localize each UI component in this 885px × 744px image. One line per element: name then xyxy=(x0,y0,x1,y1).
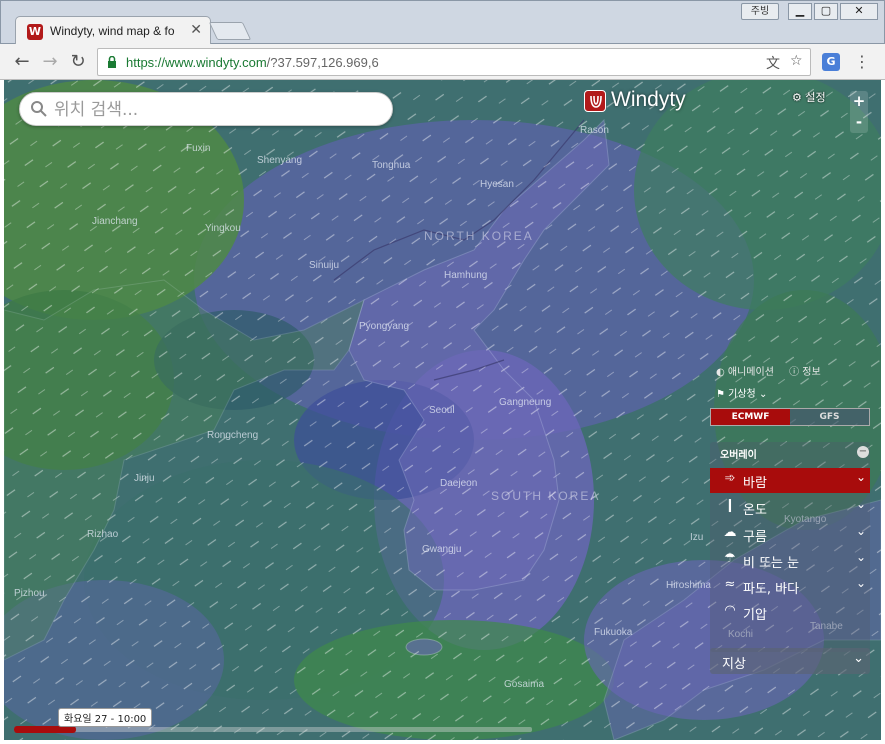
chevron-down-icon[interactable]: ⌄ xyxy=(856,524,866,538)
wind-icon: ➾ xyxy=(724,471,736,486)
search-input[interactable] xyxy=(54,98,374,122)
logo-text: Windyty xyxy=(611,88,686,111)
overlay-item-rain-snow[interactable]: ☂ 비 또는 눈 ⌄ xyxy=(710,548,870,573)
source-selector[interactable]: ⚑ 기상청 ⌄ xyxy=(716,385,767,400)
search-icon xyxy=(31,101,47,117)
windyty-favicon-icon: W xyxy=(27,24,43,40)
city-label: Shenyang xyxy=(257,155,303,166)
reload-icon[interactable]: ↻ xyxy=(67,51,89,72)
model-gfs-button[interactable]: GFS xyxy=(790,409,869,425)
minimize-button[interactable]: ▁ xyxy=(788,3,812,20)
windyty-logo-icon xyxy=(584,90,606,112)
timeline-current-time: 화요일 27 - 10:00 xyxy=(58,708,153,727)
maximize-button[interactable]: ▢ xyxy=(814,3,838,20)
back-icon[interactable]: ← xyxy=(11,51,33,72)
wind-map[interactable]: NORTH KOREA SOUTH KOREA Fuxin Shenyang T… xyxy=(4,80,881,740)
browser-tab[interactable]: W Windyty, wind map & fo ✕ xyxy=(15,16,211,46)
new-tab-button[interactable] xyxy=(208,22,252,40)
city-label: Hamhung xyxy=(444,270,488,281)
city-label: Tonghua xyxy=(372,160,411,171)
model-ecmwf-button[interactable]: ECMWF xyxy=(711,409,790,425)
settings-button[interactable]: ⚙ 설정 xyxy=(792,89,826,105)
location-search-box[interactable] xyxy=(19,92,393,126)
profile-button[interactable]: 주빙 xyxy=(741,3,779,20)
animation-toggle[interactable]: ◐ 애니메이션 xyxy=(716,367,780,378)
city-label: Seoul xyxy=(429,405,455,416)
timeline-slider[interactable] xyxy=(14,727,532,732)
overlay-header: 오버레이 xyxy=(720,450,757,461)
lock-icon xyxy=(108,56,116,68)
city-label: Pizhou xyxy=(14,588,45,599)
city-label: Izu xyxy=(690,532,704,543)
chevron-down-icon: ⌄ xyxy=(758,389,768,400)
city-label: Jinju xyxy=(134,473,155,484)
url-text: https://www.windyty.com/?37.597,126.969,… xyxy=(126,55,379,70)
tab-title: Windyty, wind map & fo xyxy=(50,24,175,38)
gauge-icon: ◠ xyxy=(724,603,736,618)
google-translate-extension-icon[interactable]: G xyxy=(822,53,840,71)
address-bar[interactable]: https://www.windyty.com/?37.597,126.969,… xyxy=(97,48,811,76)
chevron-down-icon[interactable]: ⌄ xyxy=(856,497,866,511)
forward-icon[interactable]: → xyxy=(39,51,61,72)
gear-icon: ⚙ xyxy=(792,91,802,104)
chevron-down-icon[interactable]: ⌄ xyxy=(856,550,866,564)
level-selector[interactable]: 지상 ⌄ xyxy=(710,648,870,674)
translate-icon[interactable]: 文 xyxy=(766,53,780,73)
city-label: Rongcheng xyxy=(207,430,259,441)
model-toggle: ECMWF GFS xyxy=(710,408,870,426)
tab-close-icon[interactable]: ✕ xyxy=(190,22,202,38)
city-label: Daejeon xyxy=(440,478,478,489)
country-label-north-korea: NORTH KOREA xyxy=(424,229,534,243)
city-label: Gwangju xyxy=(422,544,462,555)
timeline-progress[interactable] xyxy=(14,726,77,733)
overlay-item-clouds[interactable]: ☁ 구름 ⌄ xyxy=(710,522,870,547)
overlay-item-temperature[interactable]: ❙ 온도 ⌄ xyxy=(710,495,870,520)
country-label-south-korea: SOUTH KOREA xyxy=(491,489,601,503)
city-label: Rizhao xyxy=(87,529,119,540)
thermometer-icon: ❙ xyxy=(724,498,736,513)
cloud-icon: ☁ xyxy=(723,525,737,540)
info-row: ◐ 애니메이션 ⓘ 정보 xyxy=(716,363,833,378)
zoom-in-button[interactable]: + xyxy=(850,91,868,112)
bookmark-star-icon[interactable]: ☆ xyxy=(790,53,803,69)
close-window-button[interactable]: ✕ xyxy=(840,3,878,20)
settings-label: 설정 xyxy=(805,91,826,104)
overlay-item-waves[interactable]: ≈ 파도, 바다 ⌄ xyxy=(710,574,870,599)
chevron-down-icon: ⌄ xyxy=(853,651,864,666)
zoom-out-button[interactable]: - xyxy=(850,112,868,133)
city-label: Rason xyxy=(580,125,609,136)
city-label: Gosaima xyxy=(504,679,545,690)
chevron-down-icon[interactable]: ⌄ xyxy=(856,576,866,590)
level-label: 지상 xyxy=(722,657,746,672)
flag-icon: ⚑ xyxy=(716,389,725,400)
city-label: Sinuiju xyxy=(309,260,340,271)
wave-icon: ≈ xyxy=(724,577,736,592)
city-label: Jianchang xyxy=(92,216,138,227)
collapse-overlay-button[interactable]: − xyxy=(857,446,869,458)
overlay-item-pressure[interactable]: ◠ 기압 xyxy=(710,600,870,625)
city-label: Gangneung xyxy=(499,397,552,408)
city-label: Hiroshima xyxy=(666,580,712,591)
browser-toolbar: ← → ↻ https://www.windyty.com/?37.597,12… xyxy=(0,44,885,80)
overlay-item-wind[interactable]: ➾ 바람 ⌄ xyxy=(710,468,870,493)
city-label: Fuxin xyxy=(186,143,211,154)
city-label: Pyongyang xyxy=(359,321,410,332)
info-button[interactable]: ⓘ 정보 xyxy=(789,367,827,378)
city-label: Yingkou xyxy=(205,223,241,234)
chevron-down-icon[interactable]: ⌄ xyxy=(856,470,866,484)
zoom-control: + - xyxy=(850,91,868,133)
city-label: Fukuoka xyxy=(594,627,633,638)
rain-icon: ☂ xyxy=(724,551,736,566)
browser-menu-icon[interactable]: ⋮ xyxy=(854,52,870,71)
browser-titlebar: W Windyty, wind map & fo ✕ 주빙 ▁ ▢ ✕ xyxy=(0,0,885,46)
city-label: Hyesan xyxy=(480,179,514,190)
